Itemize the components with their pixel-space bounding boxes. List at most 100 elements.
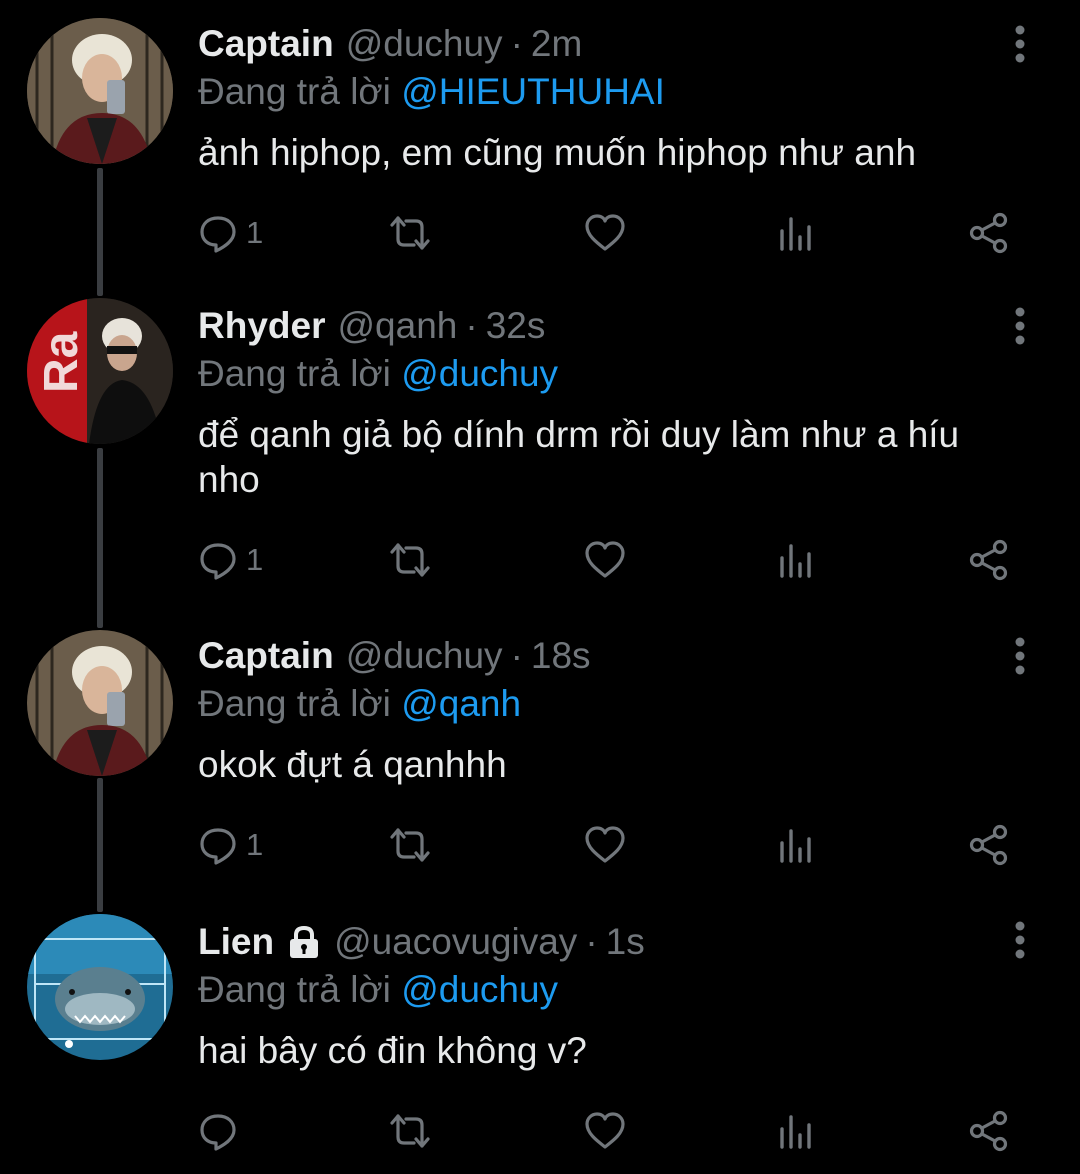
- tweet-header: Captain @duchuy · 18s: [198, 634, 1010, 678]
- heart-icon: [585, 826, 625, 863]
- reply-icon: [200, 828, 236, 865]
- views-icon: [780, 217, 811, 251]
- retweet-button[interactable]: [388, 208, 432, 258]
- replying-to: Đang trả lời @qanh: [198, 682, 1010, 726]
- svg-text:Ra: Ra: [35, 331, 88, 393]
- replying-to: Đang trả lời @HIEUTHUHAI: [198, 70, 1010, 114]
- user-handle[interactable]: @duchuy: [346, 22, 503, 66]
- avatar[interactable]: [27, 914, 173, 1060]
- tweet-text: okok đựt á qanhhh: [198, 744, 507, 785]
- separator: ·: [585, 921, 598, 962]
- replying-to: Đang trả lời @duchuy: [198, 352, 1010, 396]
- like-button[interactable]: [584, 820, 626, 870]
- heart-icon: [585, 1112, 625, 1149]
- retweet-icon: [390, 216, 430, 250]
- share-icon: [969, 539, 1008, 581]
- more-options-button[interactable]: [1004, 920, 1036, 960]
- thread-connector: [97, 778, 103, 912]
- reply-icon: [200, 543, 236, 580]
- views-button[interactable]: [778, 535, 814, 585]
- separator: ·: [465, 305, 478, 346]
- like-button[interactable]: [584, 535, 626, 585]
- thread-connector: [97, 168, 103, 296]
- display-name[interactable]: Rhyder: [198, 304, 325, 348]
- display-name[interactable]: Captain: [198, 22, 334, 66]
- replying-to-label: Đang trả lời: [198, 969, 391, 1010]
- heart-icon: [585, 541, 625, 578]
- tweet-text: để qanh giả bộ dính drm rồi duy làm như …: [198, 414, 960, 500]
- thread-connector: [97, 448, 103, 628]
- like-button[interactable]: [584, 208, 626, 258]
- more-icon: [1015, 307, 1025, 345]
- reply-target-link[interactable]: @qanh: [401, 683, 521, 724]
- share-button[interactable]: [968, 1106, 1010, 1156]
- reply-button[interactable]: 1: [198, 820, 263, 870]
- views-icon: [780, 1115, 811, 1149]
- avatar[interactable]: [27, 18, 173, 164]
- share-button[interactable]: [968, 535, 1010, 585]
- user-handle[interactable]: @duchuy: [346, 634, 503, 678]
- heart-icon: [585, 214, 625, 251]
- tweet-text: hai bây có đin không v?: [198, 1030, 587, 1071]
- reply-button[interactable]: 1: [198, 535, 263, 585]
- more-icon: [1015, 637, 1025, 675]
- reply-button[interactable]: 1: [198, 208, 263, 258]
- retweet-button[interactable]: [388, 535, 432, 585]
- reply-count: 1: [246, 827, 264, 862]
- lock-icon: [290, 925, 319, 958]
- replying-to: Đang trả lời @duchuy: [198, 968, 1010, 1012]
- retweet-icon: [390, 828, 430, 862]
- views-icon: [780, 544, 811, 578]
- timestamp[interactable]: 1s: [606, 920, 645, 964]
- replying-to-label: Đang trả lời: [198, 71, 391, 112]
- tweet-actions: 1: [198, 820, 1018, 870]
- more-options-button[interactable]: [1004, 306, 1036, 346]
- retweet-icon: [390, 1114, 430, 1148]
- reply-icon: [200, 1114, 236, 1151]
- avatar[interactable]: [27, 630, 173, 776]
- reply-target-link[interactable]: @HIEUTHUHAI: [401, 71, 665, 112]
- more-icon: [1015, 921, 1025, 959]
- tweet-text: ảnh hiphop, em cũng muốn hiphop như anh: [198, 132, 917, 173]
- tweet-actions: 1: [198, 535, 1018, 585]
- user-handle[interactable]: @qanh: [337, 304, 457, 348]
- tweet-actions: 1: [198, 208, 1018, 258]
- reply-target-link[interactable]: @duchuy: [401, 353, 558, 394]
- timestamp[interactable]: 2m: [531, 22, 582, 66]
- reply-icon: [200, 216, 236, 253]
- views-button[interactable]: [778, 1106, 814, 1156]
- display-name[interactable]: Lien: [198, 920, 274, 964]
- retweet-button[interactable]: [388, 1106, 432, 1156]
- more-options-button[interactable]: [1004, 24, 1036, 64]
- share-button[interactable]: [968, 208, 1010, 258]
- reply-count: 1: [246, 542, 264, 577]
- timestamp[interactable]: 18s: [531, 634, 591, 678]
- tweet-header: Captain @duchuy · 2m: [198, 22, 1010, 66]
- separator: ·: [510, 635, 523, 676]
- share-icon: [969, 1110, 1008, 1152]
- replying-to-label: Đang trả lời: [198, 683, 391, 724]
- more-options-button[interactable]: [1004, 636, 1036, 676]
- separator: ·: [510, 23, 523, 64]
- share-button[interactable]: [968, 820, 1010, 870]
- tweet-header: Rhyder @qanh · 32s: [198, 304, 1010, 348]
- user-handle[interactable]: @uacovugivay: [334, 920, 577, 964]
- share-icon: [969, 824, 1008, 866]
- like-button[interactable]: [584, 1106, 626, 1156]
- display-name[interactable]: Captain: [198, 634, 334, 678]
- tweet-actions: [198, 1106, 1018, 1156]
- reply-target-link[interactable]: @duchuy: [401, 969, 558, 1010]
- views-button[interactable]: [778, 208, 814, 258]
- replying-to-label: Đang trả lời: [198, 353, 391, 394]
- reply-button[interactable]: [198, 1106, 246, 1156]
- reply-count: 1: [246, 215, 264, 250]
- more-icon: [1015, 25, 1025, 63]
- views-icon: [780, 829, 811, 863]
- retweet-icon: [390, 543, 430, 577]
- tweet-header: Lien @uacovugivay · 1s: [198, 920, 1010, 964]
- share-icon: [969, 212, 1008, 254]
- timestamp[interactable]: 32s: [486, 304, 546, 348]
- avatar[interactable]: Ra: [27, 298, 173, 444]
- retweet-button[interactable]: [388, 820, 432, 870]
- views-button[interactable]: [778, 820, 814, 870]
